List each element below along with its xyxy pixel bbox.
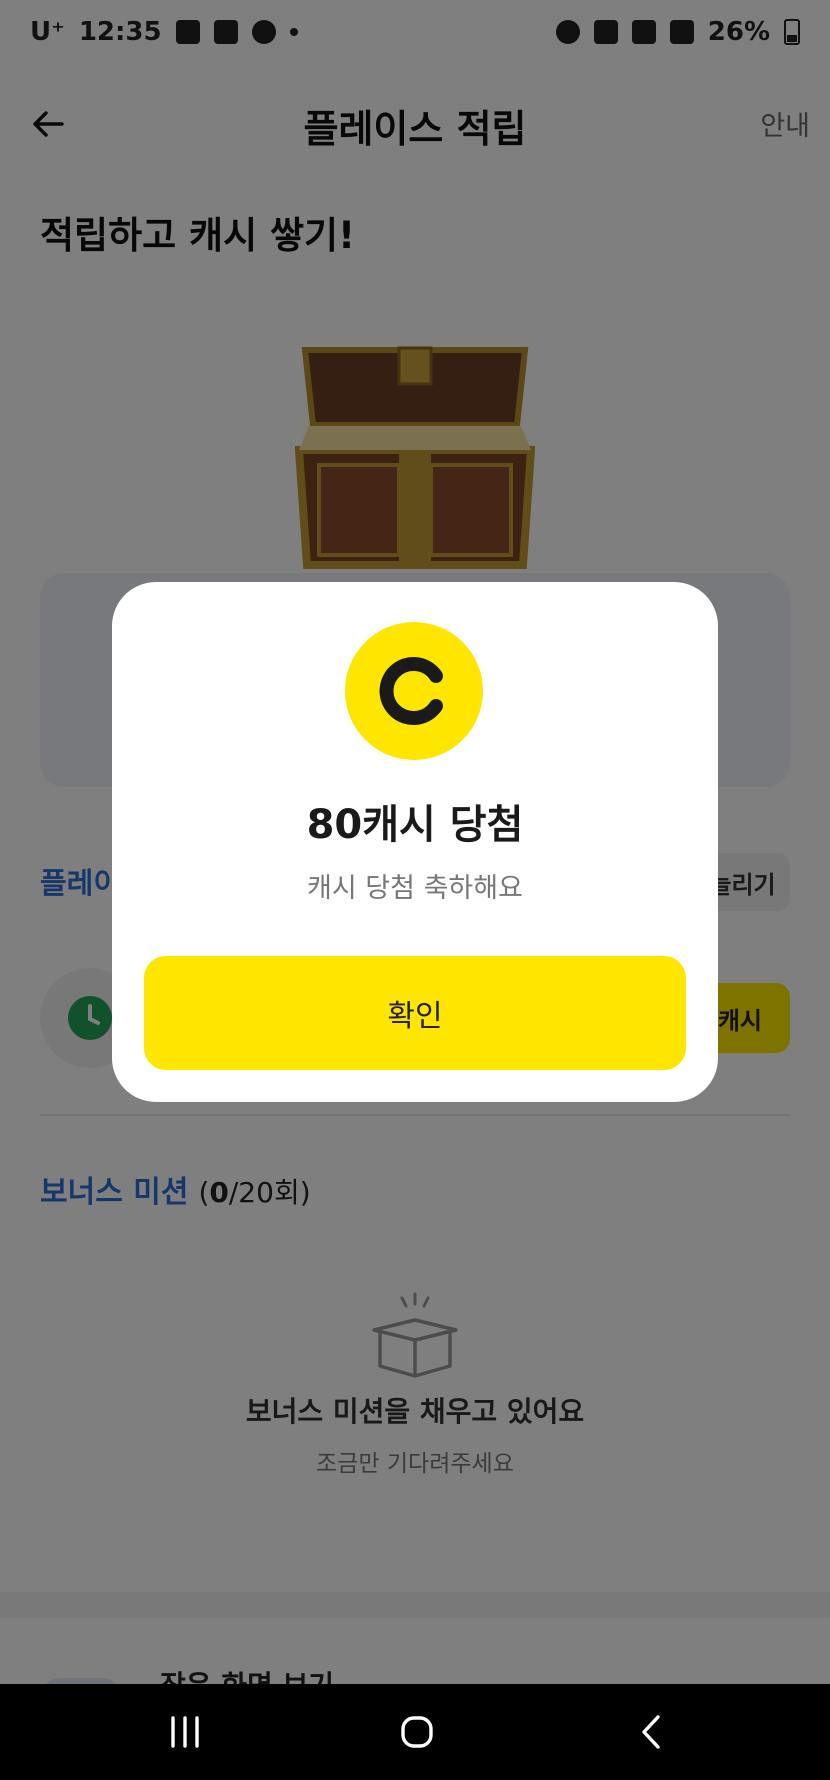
home-button[interactable] xyxy=(387,1702,447,1762)
confirm-button[interactable]: 확인 xyxy=(144,956,686,1070)
reward-title: 80캐시 당첨 xyxy=(306,802,524,848)
system-nav-bar xyxy=(0,1684,830,1780)
recent-apps-button[interactable] xyxy=(155,1702,215,1762)
cash-c-icon xyxy=(379,657,443,725)
recent-apps-icon xyxy=(171,1716,199,1748)
nav-back-button[interactable] xyxy=(622,1702,682,1762)
nav-back-icon xyxy=(642,1715,660,1749)
reward-dialog: 80캐시 당첨 캐시 당첨 축하해요 확인 xyxy=(112,582,718,1102)
home-icon xyxy=(401,1716,433,1748)
coin-icon xyxy=(345,622,483,760)
reward-subtitle: 캐시 당첨 축하해요 xyxy=(307,873,523,904)
